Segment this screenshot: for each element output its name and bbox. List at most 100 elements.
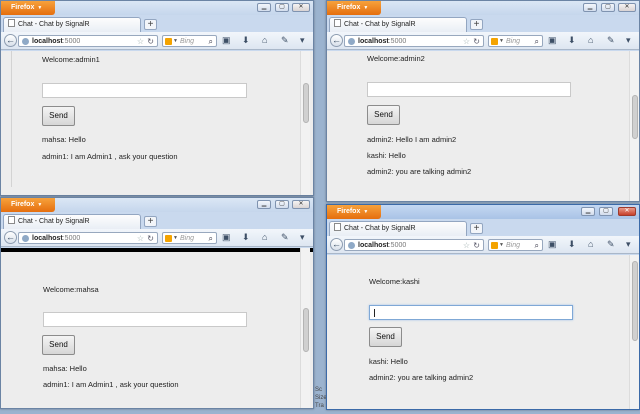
search-bar[interactable]: ▼ Bing ⌕ bbox=[488, 239, 543, 251]
search-icon[interactable]: ⌕ bbox=[535, 240, 539, 251]
tab-chat[interactable]: Chat - Chat by SignalR bbox=[3, 17, 141, 32]
download-icon[interactable]: ⬇ bbox=[568, 34, 576, 47]
maximize-button[interactable]: ▢ bbox=[275, 3, 289, 12]
close-button[interactable]: ✕ bbox=[292, 3, 310, 12]
maximize-button[interactable]: ▢ bbox=[275, 200, 289, 209]
vertical-scrollbar[interactable] bbox=[629, 255, 639, 409]
new-tab-button[interactable]: + bbox=[470, 223, 483, 234]
close-button[interactable]: ✕ bbox=[618, 207, 636, 216]
search-icon[interactable]: ⌕ bbox=[209, 233, 213, 244]
download-icon[interactable]: ⬇ bbox=[242, 231, 250, 244]
url-text: localhost:5000 bbox=[358, 36, 406, 47]
firefox-label: Firefox bbox=[11, 201, 35, 208]
minimize-button[interactable]: ▁ bbox=[257, 3, 271, 12]
search-engine-icon[interactable] bbox=[165, 38, 172, 45]
search-bar[interactable]: ▼ Bing ⌕ bbox=[488, 35, 543, 47]
maximize-button[interactable]: ▢ bbox=[599, 207, 613, 216]
home-icon[interactable]: ⌂ bbox=[262, 231, 267, 244]
menu-icon[interactable]: ▾ bbox=[300, 231, 305, 244]
firefox-menu-button[interactable]: Firefox ▼ bbox=[1, 198, 55, 212]
home-icon[interactable]: ⌂ bbox=[588, 238, 593, 251]
reload-icon[interactable]: ↻ bbox=[147, 233, 154, 244]
reload-icon[interactable]: ↻ bbox=[473, 240, 480, 251]
menu-icon[interactable]: ▾ bbox=[300, 34, 305, 47]
page-view-icon[interactable]: ▣ bbox=[222, 231, 231, 244]
firefox-menu-button[interactable]: Firefox ▼ bbox=[327, 205, 381, 219]
send-button[interactable]: Send bbox=[42, 335, 75, 355]
url-bar[interactable]: localhost:5000 ☆ ↻ bbox=[18, 232, 158, 244]
back-arrow-icon[interactable]: ← bbox=[330, 34, 343, 47]
chevron-down-icon: ▼ bbox=[499, 38, 504, 44]
maximize-button[interactable]: ▢ bbox=[601, 3, 615, 12]
addon-icon[interactable]: ✎ bbox=[281, 231, 289, 244]
close-button[interactable]: ✕ bbox=[618, 3, 636, 12]
new-tab-button[interactable]: + bbox=[144, 216, 157, 227]
firefox-label: Firefox bbox=[337, 4, 361, 11]
url-bar[interactable]: localhost:5000 ☆ ↻ bbox=[18, 35, 158, 47]
message-input[interactable] bbox=[43, 312, 247, 327]
welcome-text: Welcome:admin1 bbox=[42, 55, 100, 64]
menu-icon[interactable]: ▾ bbox=[626, 34, 631, 47]
close-button[interactable]: ✕ bbox=[292, 200, 310, 209]
download-icon[interactable]: ⬇ bbox=[242, 34, 250, 47]
scrollbar-thumb[interactable] bbox=[632, 261, 638, 341]
send-button[interactable]: Send bbox=[367, 105, 400, 125]
reload-icon[interactable]: ↻ bbox=[473, 36, 480, 47]
search-engine-icon[interactable] bbox=[491, 38, 498, 45]
search-engine-icon[interactable] bbox=[165, 235, 172, 242]
back-arrow-icon[interactable]: ← bbox=[330, 238, 343, 251]
search-icon[interactable]: ⌕ bbox=[535, 36, 539, 47]
url-bar[interactable]: localhost:5000 ☆ ↻ bbox=[344, 35, 484, 47]
search-icon[interactable]: ⌕ bbox=[209, 36, 213, 47]
tab-chat[interactable]: Chat - Chat by SignalR bbox=[3, 214, 141, 229]
message-input[interactable] bbox=[369, 305, 573, 320]
tab-chat[interactable]: Chat - Chat by SignalR bbox=[329, 17, 467, 32]
addon-icon[interactable]: ✎ bbox=[607, 34, 615, 47]
title-bar[interactable]: Firefox ▼ ▁ ▢ ✕ bbox=[1, 1, 313, 15]
send-button[interactable]: Send bbox=[42, 106, 75, 126]
home-icon[interactable]: ⌂ bbox=[262, 34, 267, 47]
bookmark-star-icon[interactable]: ☆ bbox=[137, 36, 144, 47]
search-bar[interactable]: ▼ Bing ⌕ bbox=[162, 232, 217, 244]
page-view-icon[interactable]: ▣ bbox=[548, 34, 557, 47]
title-bar[interactable]: Firefox ▼ ▁ ▢ ✕ bbox=[327, 205, 639, 219]
new-tab-button[interactable]: + bbox=[144, 19, 157, 30]
new-tab-button[interactable]: + bbox=[470, 19, 483, 30]
search-bar[interactable]: ▼ Bing ⌕ bbox=[162, 35, 217, 47]
chat-message: mahsa: Hello bbox=[42, 135, 86, 144]
search-engine-icon[interactable] bbox=[491, 242, 498, 249]
minimize-button[interactable]: ▁ bbox=[257, 200, 271, 209]
page-view-icon[interactable]: ▣ bbox=[548, 238, 557, 251]
home-icon[interactable]: ⌂ bbox=[588, 34, 593, 47]
download-icon[interactable]: ⬇ bbox=[568, 238, 576, 251]
vertical-scrollbar[interactable] bbox=[629, 51, 639, 201]
bookmark-star-icon[interactable]: ☆ bbox=[137, 233, 144, 244]
send-button[interactable]: Send bbox=[369, 327, 402, 347]
page-view-icon[interactable]: ▣ bbox=[222, 34, 231, 47]
scrollbar-thumb[interactable] bbox=[303, 83, 309, 123]
background-window-text: Sc Size Tra bbox=[315, 387, 327, 409]
tab-chat[interactable]: Chat - Chat by SignalR bbox=[329, 221, 467, 236]
menu-icon[interactable]: ▾ bbox=[626, 238, 631, 251]
message-input[interactable] bbox=[367, 82, 571, 97]
firefox-menu-button[interactable]: Firefox ▼ bbox=[1, 1, 55, 15]
vertical-scrollbar[interactable] bbox=[300, 248, 310, 408]
title-bar[interactable]: Firefox ▼ ▁ ▢ ✕ bbox=[327, 1, 639, 15]
url-port: :5000 bbox=[388, 242, 407, 249]
bookmark-star-icon[interactable]: ☆ bbox=[463, 36, 470, 47]
scrollbar-thumb[interactable] bbox=[303, 308, 309, 352]
minimize-button[interactable]: ▁ bbox=[583, 3, 597, 12]
message-input[interactable] bbox=[42, 83, 247, 98]
title-bar[interactable]: Firefox ▼ ▁ ▢ ✕ bbox=[1, 198, 313, 212]
url-bar[interactable]: localhost:5000 ☆ ↻ bbox=[344, 239, 484, 251]
scrollbar-thumb[interactable] bbox=[632, 95, 638, 139]
back-arrow-icon[interactable]: ← bbox=[4, 231, 17, 244]
addon-icon[interactable]: ✎ bbox=[281, 34, 289, 47]
firefox-menu-button[interactable]: Firefox ▼ bbox=[327, 1, 381, 15]
reload-icon[interactable]: ↻ bbox=[147, 36, 154, 47]
addon-icon[interactable]: ✎ bbox=[607, 238, 615, 251]
minimize-button[interactable]: ▁ bbox=[581, 207, 595, 216]
vertical-scrollbar[interactable] bbox=[300, 51, 310, 195]
bookmark-star-icon[interactable]: ☆ bbox=[463, 240, 470, 251]
back-arrow-icon[interactable]: ← bbox=[4, 34, 17, 47]
